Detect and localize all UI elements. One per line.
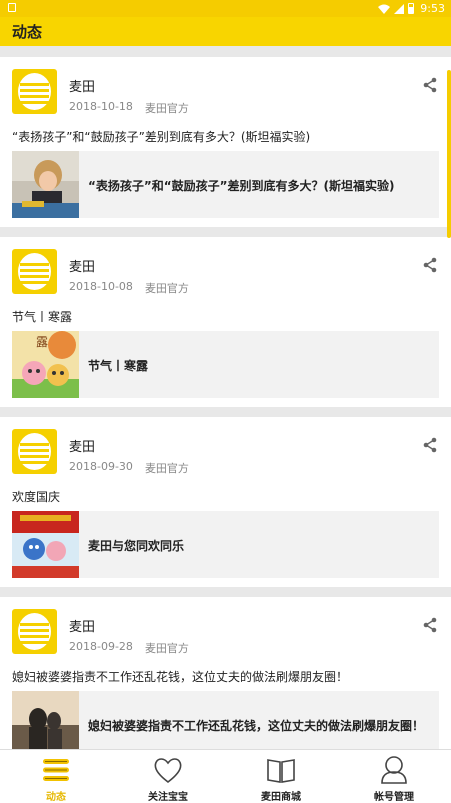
post-author: 麦田 — [69, 620, 96, 635]
post-thumbnail — [12, 511, 79, 578]
signal-icon — [394, 3, 405, 14]
tab-feed[interactable]: 动态 — [0, 750, 112, 803]
feed-scrollbar[interactable] — [447, 70, 451, 238]
post-caption: “表扬孩子”和“鼓励孩子”差别到底有多大？(斯坦福实验) — [12, 130, 311, 144]
post-author: 麦田 — [69, 440, 96, 455]
post-source: 麦田官方 — [144, 642, 189, 655]
post-caption: 媳妇被婆婆指责不工作还乱花钱，这位丈夫的做法刷爆朋友圈！ — [12, 670, 349, 684]
post-author: 麦田 — [69, 80, 96, 95]
post-meta: 2018-09-28 麦田官方 — [69, 640, 189, 656]
post-date: 2018-09-28 — [69, 640, 133, 653]
tab-label: 动态 — [46, 792, 66, 803]
tab-label: 帐号管理 — [374, 792, 414, 803]
post-link-title: 节气丨寒露 — [88, 359, 149, 373]
share-icon[interactable] — [422, 617, 438, 633]
notification-icon — [8, 3, 16, 12]
post-link-title: “表扬孩子”和“鼓励孩子”差别到底有多大？(斯坦福实验) — [88, 179, 395, 193]
tab-label: 麦田商城 — [261, 792, 301, 803]
post-thumbnail — [12, 691, 79, 749]
post-author: 麦田 — [69, 260, 96, 275]
avatar — [12, 429, 57, 474]
bottom-tab-bar: 动态 关注宝宝 麦田商城 帐号管理 — [0, 749, 451, 803]
post-card[interactable]: 麦田 2018-10-08 麦田官方 节气丨寒露 露 节气丨寒露 — [0, 237, 451, 407]
post-thumbnail: 露 — [12, 331, 79, 398]
book-icon — [267, 759, 295, 783]
post-link-title: 媳妇被婆婆指责不工作还乱花钱，这位丈夫的做法刷爆朋友圈！ — [88, 719, 425, 733]
tab-shop[interactable]: 麦田商城 — [225, 750, 337, 803]
status-bar: 9:53 — [0, 0, 451, 17]
wifi-icon — [378, 4, 391, 14]
post-link-card[interactable]: 媳妇被婆婆指责不工作还乱花钱，这位丈夫的做法刷爆朋友圈！ — [12, 691, 439, 749]
post-card[interactable]: 麦田 2018-09-28 麦田官方 媳妇被婆婆指责不工作还乱花钱，这位丈夫的做… — [0, 597, 451, 749]
post-source: 麦田官方 — [144, 462, 189, 475]
post-link-card[interactable]: 露 节气丨寒露 — [12, 331, 439, 398]
post-link-title: 麦田与您同欢同乐 — [88, 539, 185, 553]
user-icon — [381, 756, 407, 784]
share-icon[interactable] — [422, 437, 438, 453]
app-bar: 动态 — [0, 17, 451, 46]
tab-account[interactable]: 帐号管理 — [338, 750, 450, 803]
avatar — [12, 249, 57, 294]
post-card[interactable]: 麦田 2018-10-18 麦田官方 “表扬孩子”和“鼓励孩子”差别到底有多大？… — [0, 57, 451, 227]
post-source: 麦田官方 — [144, 102, 189, 115]
post-thumbnail — [12, 151, 79, 218]
heart-icon — [154, 758, 182, 784]
post-source: 麦田官方 — [144, 282, 189, 295]
tab-follow-baby[interactable]: 关注宝宝 — [112, 750, 224, 803]
share-icon[interactable] — [422, 77, 438, 93]
post-date: 2018-09-30 — [69, 460, 133, 473]
post-date: 2018-10-08 — [69, 280, 133, 293]
tab-label: 关注宝宝 — [148, 792, 188, 803]
list-icon — [43, 759, 69, 781]
post-link-card[interactable]: “表扬孩子”和“鼓励孩子”差别到底有多大？(斯坦福实验) — [12, 151, 439, 218]
post-caption: 欢度国庆 — [12, 490, 61, 504]
feed-list[interactable]: 麦田 2018-10-18 麦田官方 “表扬孩子”和“鼓励孩子”差别到底有多大？… — [0, 46, 451, 749]
avatar — [12, 69, 57, 114]
post-caption: 节气丨寒露 — [12, 310, 73, 324]
post-meta: 2018-09-30 麦田官方 — [69, 460, 189, 476]
status-icons: 9:53 — [378, 2, 445, 15]
share-icon[interactable] — [422, 257, 438, 273]
post-meta: 2018-10-08 麦田官方 — [69, 280, 189, 296]
post-link-card[interactable]: 麦田与您同欢同乐 — [12, 511, 439, 578]
post-date: 2018-10-18 — [69, 100, 133, 113]
thumbnail-text: 露 — [36, 335, 48, 349]
avatar — [12, 609, 57, 654]
post-meta: 2018-10-18 麦田官方 — [69, 100, 189, 116]
page-title: 动态 — [12, 23, 43, 41]
post-card[interactable]: 麦田 2018-09-30 麦田官方 欢度国庆 麦田与您同欢同乐 — [0, 417, 451, 587]
status-time: 9:53 — [420, 2, 445, 15]
battery-icon — [408, 3, 415, 14]
